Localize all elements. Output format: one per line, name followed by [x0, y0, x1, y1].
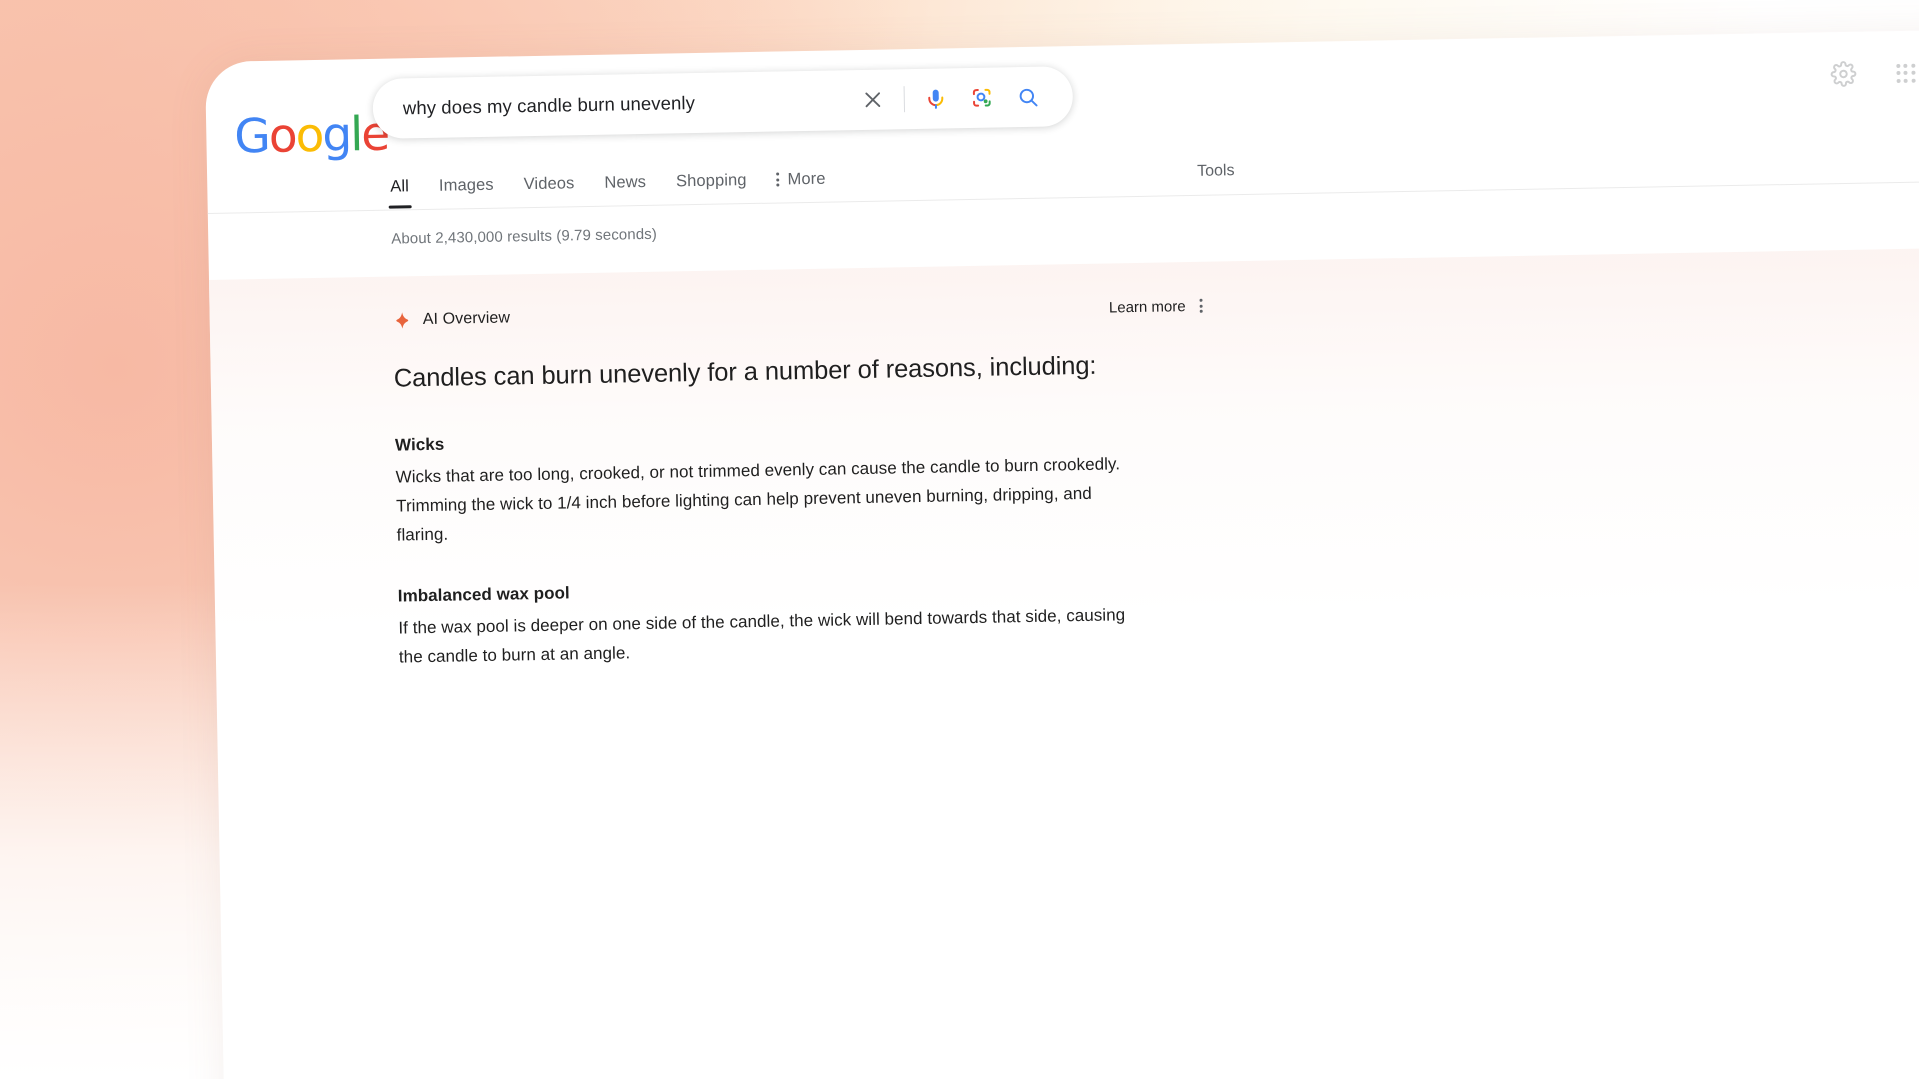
tab-shopping[interactable]: Shopping [676, 156, 747, 205]
tab-images[interactable]: Images [439, 161, 495, 210]
logo-letter-o1: o [268, 108, 297, 164]
search-input[interactable] [372, 89, 851, 120]
ai-overview-title: Candles can burn unevenly for a number o… [393, 351, 1097, 393]
ai-overview-actions: Learn more [1109, 297, 1203, 316]
more-vert-icon [776, 172, 780, 187]
google-search-page: Google why does my candle burn unevenly … [205, 27, 1919, 1079]
close-icon[interactable] [849, 76, 896, 123]
google-lens-icon[interactable] [958, 74, 1005, 121]
ai-section-wicks: Wicks Wicks that are too long, crooked, … [395, 421, 1207, 550]
more-vert-icon[interactable] [1199, 298, 1203, 313]
tab-more-label: More [787, 169, 826, 188]
ai-overview-content: AI Overview Learn more Candles can burn … [393, 292, 1210, 672]
tab-more[interactable]: More [776, 155, 826, 204]
logo-letter-g: g [321, 107, 351, 163]
microphone-icon[interactable] [912, 75, 959, 122]
ai-overview-label: AI Overview [422, 309, 511, 329]
ai-section-body: Wicks that are too long, crooked, or not… [395, 454, 1121, 545]
logo-letter-o2: o [295, 107, 323, 164]
search-divider [903, 86, 906, 113]
ai-section-body: If the wax pool is deeper on one side of… [398, 605, 1126, 667]
ai-overview-header: AI Overview Learn more [393, 292, 1203, 335]
sparkle-icon [396, 311, 409, 329]
ai-section-wax-pool: Imbalanced wax pool If the wax pool is d… [398, 572, 1209, 673]
screenshot-stage: Google why does my candle burn unevenly … [0, 0, 1919, 1079]
tools-button[interactable]: Tools [1197, 147, 1235, 196]
tab-all[interactable]: All [390, 162, 410, 210]
apps-grid-icon[interactable] [1885, 52, 1919, 93]
gear-icon[interactable] [1823, 54, 1864, 95]
search-bar-actions [849, 73, 1073, 123]
logo-letter-G: G [233, 108, 270, 165]
ai-overview-badge: AI Overview [393, 309, 511, 330]
apps-grid-dots [1895, 63, 1916, 83]
browser-card-wrapper: Google why does my candle burn unevenly … [205, 27, 1919, 1079]
google-logo[interactable]: Google [234, 107, 389, 165]
search-icon[interactable] [1004, 74, 1051, 121]
learn-more-link[interactable]: Learn more [1109, 298, 1186, 316]
results-count: About 2,430,000 results (9.79 seconds) [391, 225, 658, 248]
search-bar[interactable] [372, 66, 1074, 139]
utility-icons [1823, 51, 1919, 94]
tab-videos[interactable]: Videos [523, 159, 575, 208]
tab-news[interactable]: News [604, 158, 647, 207]
ai-overview-panel: AI Overview Learn more Candles can burn … [208, 245, 1919, 700]
